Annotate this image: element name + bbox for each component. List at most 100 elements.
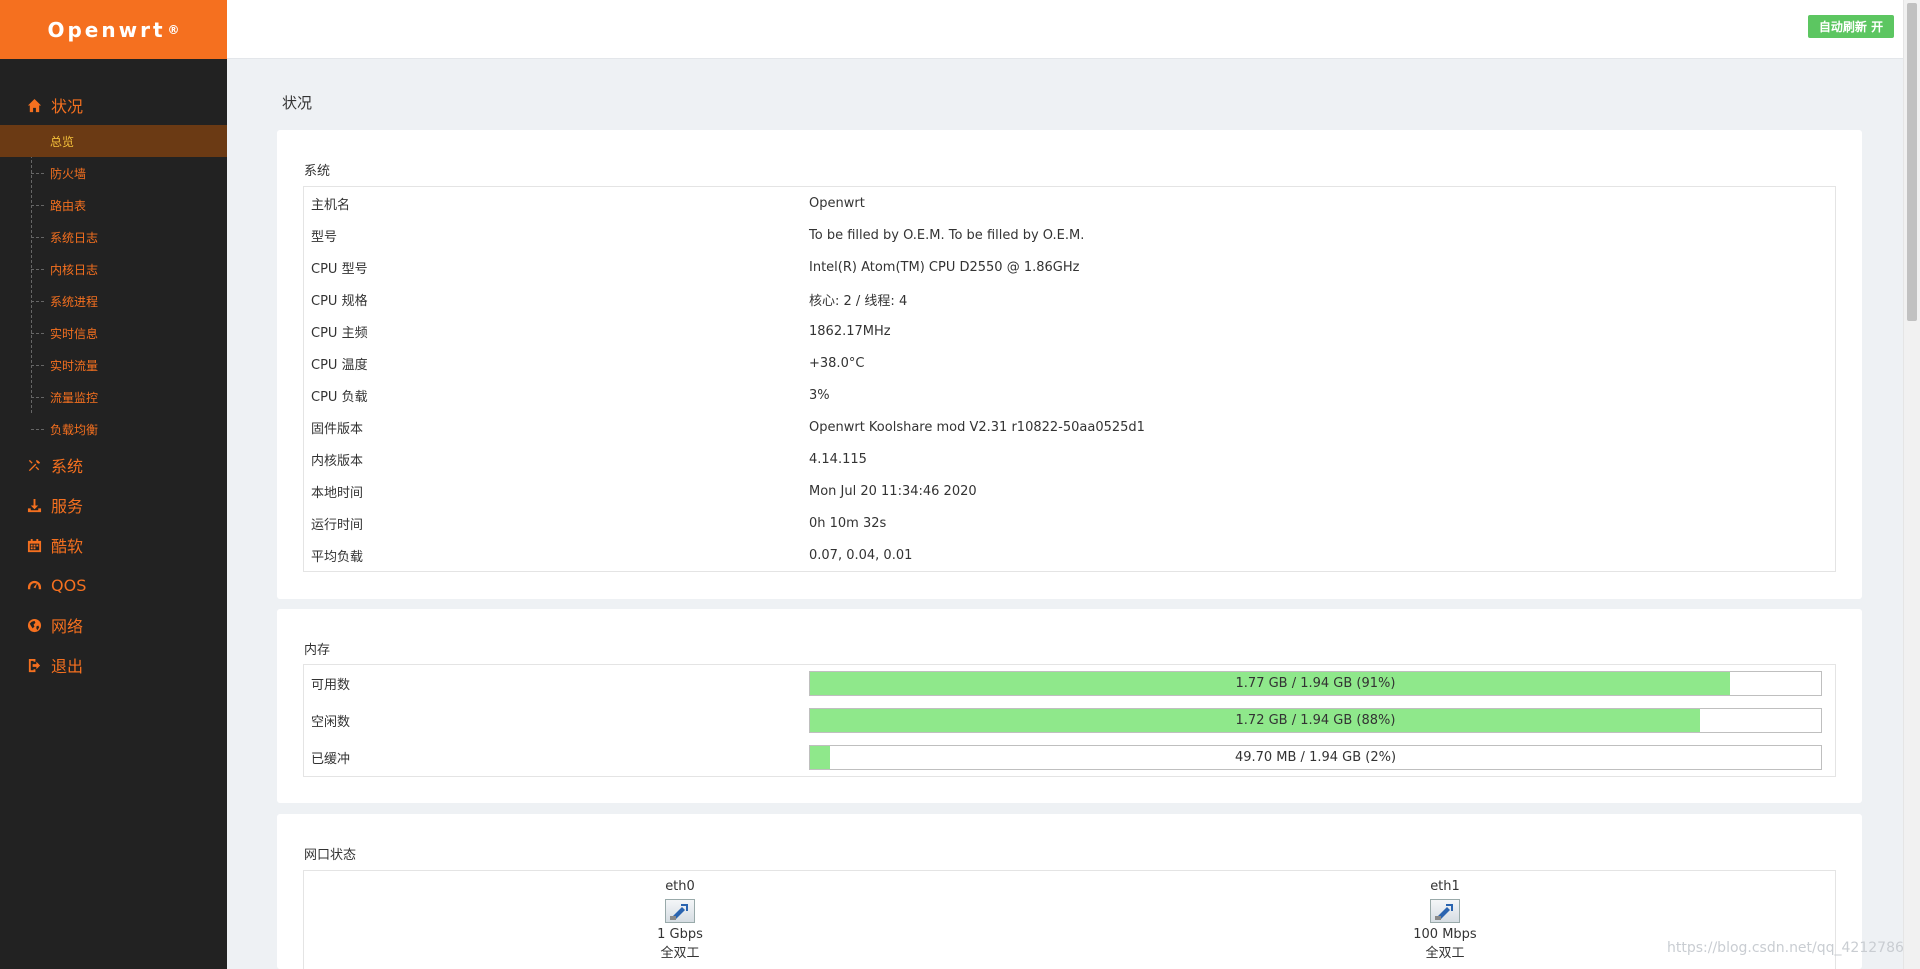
table-row: CPU 负载 3% — [304, 379, 1835, 411]
tools-icon — [25, 456, 43, 474]
port-speed: 1 Gbps — [657, 927, 703, 942]
row-value: 3% — [809, 387, 830, 403]
row-key: 型号 — [311, 229, 338, 245]
sidebar-nav: 状况 总览 防火墙 路由表 系统日志 内核日志 系统进程 实时信息 实时流量 流… — [0, 59, 227, 685]
sidebar-item-label: 状况 — [51, 97, 84, 116]
sidebar-subitem-traffic-monitor[interactable]: 流量监控 — [0, 381, 227, 413]
row-value: Openwrt — [809, 195, 865, 211]
progress-text: 49.70 MB / 1.94 GB (2%) — [1234, 750, 1397, 765]
sidebar-subitem-label: 实时流量 — [50, 358, 99, 373]
table-row: CPU 规格 核心: 2 / 线程: 4 — [304, 283, 1835, 315]
row-value: Intel(R) Atom(TM) CPU D2550 @ 1.86GHz — [809, 259, 1080, 275]
sidebar-item-logout[interactable]: 退出 — [0, 645, 227, 685]
table-row: 主机名 Openwrt — [304, 187, 1835, 219]
row-value: 核心: 2 / 线程: 4 — [809, 293, 908, 309]
sidebar-item-services[interactable]: 服务 — [0, 485, 227, 525]
sidebar-subitem-firewall[interactable]: 防火墙 — [0, 157, 227, 189]
sidebar-subitem-overview[interactable]: 总览 — [0, 125, 227, 157]
speedometer-icon — [25, 576, 43, 594]
table-row: 型号 To be filled by O.E.M. To be filled by… — [304, 219, 1835, 251]
brand-registered-mark: ® — [167, 22, 180, 37]
memory-row: 可用数 1.77 GB / 1.94 GB (91%) — [304, 665, 1835, 702]
row-key: CPU 温度 — [311, 357, 368, 373]
ports-table: eth0 1 Gbps 全双工 eth1 100 Mbps 全双工 — [303, 870, 1836, 969]
watermark-text: https://blog.csdn.net/qq_42127861 — [1667, 940, 1913, 956]
ports-card: 网口状态 eth0 1 Gbps 全双工 eth1 100 Mbps 全双工 — [277, 814, 1862, 969]
sidebar-subitem-routes[interactable]: 路由表 — [0, 189, 227, 221]
sidebar-subitem-label: 内核日志 — [50, 262, 99, 277]
table-row: CPU 型号 Intel(R) Atom(TM) CPU D2550 @ 1.86… — [304, 251, 1835, 283]
row-value: 0.07, 0.04, 0.01 — [809, 547, 913, 563]
memory-progress-bar: 49.70 MB / 1.94 GB (2%) — [809, 745, 1822, 770]
sidebar: Openwrt ® 状况 总览 防火墙 路由表 系统日志 内核日志 系统进程 实时… — [0, 0, 227, 969]
row-key: CPU 型号 — [311, 261, 368, 277]
logout-icon — [25, 656, 43, 674]
sidebar-item-label: 酷软 — [51, 537, 84, 556]
memory-row: 已缓冲 49.70 MB / 1.94 GB (2%) — [304, 739, 1835, 776]
port-eth0: eth0 1 Gbps 全双工 — [610, 877, 750, 963]
memory-row: 空闲数 1.72 GB / 1.94 GB (88%) — [304, 702, 1835, 739]
row-value: 4.14.115 — [809, 451, 867, 467]
sidebar-item-label: 服务 — [51, 497, 84, 516]
row-key: 运行时间 — [311, 517, 364, 533]
top-header: 自动刷新 开 — [227, 0, 1903, 59]
status-submenu: 总览 防火墙 路由表 系统日志 内核日志 系统进程 实时信息 实时流量 流量监控… — [0, 125, 227, 445]
row-value: 1862.17MHz — [809, 323, 891, 339]
table-row: 内核版本 4.14.115 — [304, 443, 1835, 475]
system-card: 系统 主机名 Openwrt 型号 To be filled by O.E.M. T… — [277, 130, 1862, 599]
row-key: 已缓冲 — [311, 752, 351, 767]
page-scrollbar[interactable] — [1903, 0, 1920, 969]
sidebar-subitem-load-balance[interactable]: 负载均衡 — [0, 413, 227, 445]
system-table: 主机名 Openwrt 型号 To be filled by O.E.M. To b… — [303, 186, 1836, 572]
brand-name: Openwrt — [47, 17, 166, 42]
sidebar-subitem-label: 实时信息 — [50, 326, 99, 341]
progress-text: 1.72 GB / 1.94 GB (88%) — [1235, 713, 1396, 728]
sidebar-item-network[interactable]: 网络 — [0, 605, 227, 645]
row-key: 固件版本 — [311, 421, 364, 437]
sidebar-item-label: 退出 — [51, 657, 84, 676]
row-key: 主机名 — [311, 197, 351, 213]
sidebar-subitem-label: 流量监控 — [50, 390, 99, 405]
sidebar-item-software[interactable]: 酷软 — [0, 525, 227, 565]
row-key: 本地时间 — [311, 485, 364, 501]
memory-progress-bar: 1.77 GB / 1.94 GB (91%) — [809, 671, 1822, 696]
port-duplex: 全双工 — [660, 946, 700, 961]
row-value: To be filled by O.E.M. To be filled by O… — [809, 227, 1085, 243]
row-value: +38.0°C — [809, 355, 865, 371]
sidebar-item-qos[interactable]: QOS — [0, 565, 227, 605]
sidebar-subitem-kernel-log[interactable]: 内核日志 — [0, 253, 227, 285]
sidebar-subitem-label: 防火墙 — [50, 166, 87, 181]
row-value: Mon Jul 20 11:34:46 2020 — [809, 483, 977, 499]
sidebar-subitem-realtime-traffic[interactable]: 实时流量 — [0, 349, 227, 381]
sidebar-item-status[interactable]: 状况 — [0, 85, 227, 125]
memory-section-title: 内存 — [304, 643, 331, 658]
ethernet-port-icon — [1430, 899, 1460, 923]
row-key: 可用数 — [311, 678, 351, 693]
row-key: CPU 主频 — [311, 325, 368, 341]
sidebar-item-label: QOS — [51, 575, 87, 595]
home-icon — [25, 96, 43, 114]
sidebar-subitem-syslog[interactable]: 系统日志 — [0, 221, 227, 253]
row-key: 平均负载 — [311, 549, 364, 565]
sidebar-subitem-processes[interactable]: 系统进程 — [0, 285, 227, 317]
sidebar-subitem-realtime-info[interactable]: 实时信息 — [0, 317, 227, 349]
memory-card: 内存 可用数 1.77 GB / 1.94 GB (91%) 空闲数 1.72 … — [277, 609, 1862, 803]
brand-logo[interactable]: Openwrt ® — [0, 0, 227, 59]
table-row: 本地时间 Mon Jul 20 11:34:46 2020 — [304, 475, 1835, 507]
sidebar-subitem-label: 总览 — [50, 134, 75, 149]
row-key: 空闲数 — [311, 715, 351, 730]
ethernet-port-icon — [665, 899, 695, 923]
memory-progress-bar: 1.72 GB / 1.94 GB (88%) — [809, 708, 1822, 733]
sidebar-subitem-label: 负载均衡 — [50, 422, 99, 437]
table-row: CPU 温度 +38.0°C — [304, 347, 1835, 379]
port-eth1: eth1 100 Mbps 全双工 — [1375, 877, 1515, 963]
port-name: eth0 — [665, 879, 695, 894]
download-tray-icon — [25, 496, 43, 514]
auto-refresh-toggle[interactable]: 自动刷新 开 — [1808, 15, 1894, 38]
port-duplex: 全双工 — [1425, 946, 1465, 961]
port-speed: 100 Mbps — [1413, 927, 1477, 942]
table-row: 固件版本 Openwrt Koolshare mod V2.31 r10822-5… — [304, 411, 1835, 443]
sidebar-item-system[interactable]: 系统 — [0, 445, 227, 485]
scrollbar-thumb[interactable] — [1907, 3, 1917, 321]
row-value: Openwrt Koolshare mod V2.31 r10822-50aa0… — [809, 419, 1145, 435]
